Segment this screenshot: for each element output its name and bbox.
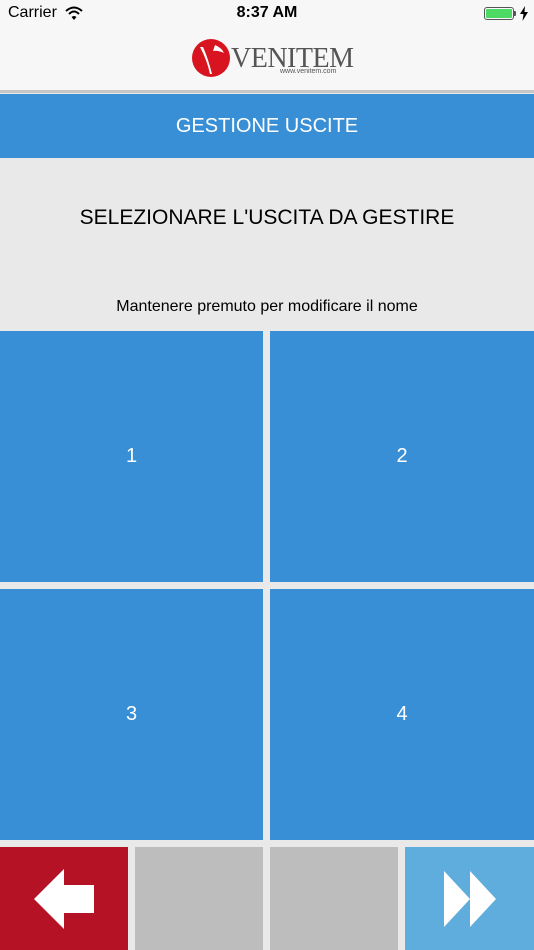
page-title: GESTIONE USCITE xyxy=(175,115,359,137)
hint-text: Mantenere premuto per modificare il nome xyxy=(116,298,418,315)
battery-tip xyxy=(514,11,516,16)
instruction-text: SELEZIONARE L'USCITA DA GESTIRE xyxy=(79,206,455,229)
battery-level xyxy=(486,9,512,18)
output-button-4[interactable]: 4 xyxy=(270,589,534,840)
title-bar: GESTIONE USCITE xyxy=(0,94,534,158)
output-label-4: 4 xyxy=(396,703,408,725)
fast-forward-icon xyxy=(443,870,496,927)
venitem-logo: VENITEM www.venitem.com xyxy=(191,38,354,82)
status-time: 8:37 AM xyxy=(236,4,298,21)
output-button-2[interactable]: 2 xyxy=(270,331,534,582)
next-button[interactable] xyxy=(405,847,534,950)
header-divider xyxy=(0,90,534,93)
logo-url: www.venitem.com xyxy=(280,68,337,75)
output-label-3: 3 xyxy=(125,703,138,725)
status-bar: Carrier 8:37 AM xyxy=(0,0,534,28)
battery-icon xyxy=(484,7,514,20)
bottom-placeholder-button-1 xyxy=(135,847,263,950)
output-button-1[interactable]: 1 xyxy=(0,331,263,582)
arrow-left-icon xyxy=(34,868,94,929)
output-button-3[interactable]: 3 xyxy=(0,589,263,840)
back-button[interactable] xyxy=(0,847,128,950)
venitem-logo-mark-icon xyxy=(192,39,230,77)
charging-bolt-icon xyxy=(520,6,528,21)
output-label-1: 1 xyxy=(125,445,138,467)
bottom-placeholder-button-2 xyxy=(270,847,398,950)
output-label-2: 2 xyxy=(396,445,408,467)
